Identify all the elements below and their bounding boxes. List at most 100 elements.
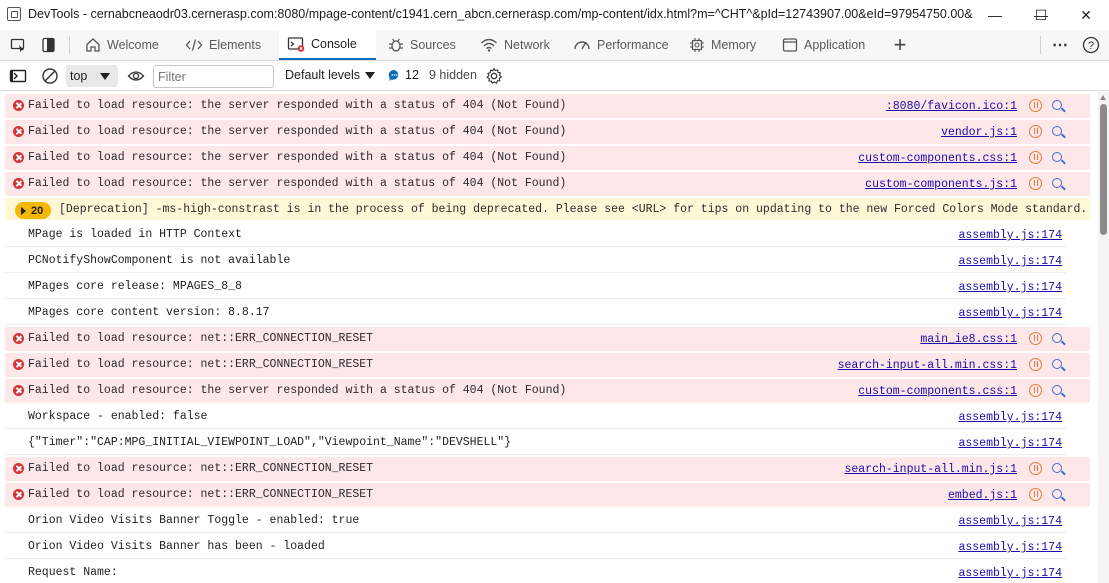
chevron-down-icon [365,71,376,79]
log-message-row[interactable]: MPage is loaded in HTTP Context assembly.… [5,223,1066,247]
tab-elements[interactable]: Elements [177,30,269,60]
source-link[interactable]: main_ie8.css:1 [920,333,1017,346]
source-link[interactable]: assembly.js:174 [958,411,1062,424]
message-text: {"Timer":"CAP:MPG_INITIAL_VIEWPOINT_LOAD… [28,436,512,449]
message-text: Orion Video Visits Banner Toggle - enabl… [28,514,360,527]
message-text: Failed to load resource: the server resp… [28,125,567,138]
console-output: Failed to load resource: the server resp… [0,92,1098,583]
copilot-explain-icon[interactable] [1029,384,1042,397]
context-selector[interactable]: top [66,65,118,87]
log-message-row[interactable]: MPages core content version: 8.8.17 assem… [5,301,1066,325]
error-icon [13,100,24,111]
error-message-row[interactable]: Failed to load resource: the server resp… [5,379,1090,403]
show-sidebar-icon[interactable] [7,66,29,86]
console-toolbar: top Default levels 12 9 hidden [0,61,1109,91]
error-message-row[interactable]: Failed to load resource: the server resp… [5,172,1090,196]
error-message-row[interactable]: Failed to load resource: the server resp… [5,94,1090,118]
error-icon [13,385,24,396]
search-icon[interactable] [1052,100,1062,110]
search-icon[interactable] [1052,359,1062,369]
tab-network[interactable]: Network [472,30,558,60]
performance-icon [574,41,590,50]
log-message-row[interactable]: PCNotifyShowComponent is not available as… [5,249,1066,273]
source-link[interactable]: vendor.js:1 [941,126,1017,139]
copilot-explain-icon[interactable] [1029,358,1042,371]
live-expression-eye-icon[interactable] [125,66,147,86]
error-message-row[interactable]: Failed to load resource: net::ERR_CONNEC… [5,457,1090,481]
search-icon[interactable] [1052,489,1062,499]
error-message-row[interactable]: Failed to load resource: net::ERR_CONNEC… [5,483,1090,507]
source-link[interactable]: :8080/favicon.ico:1 [886,100,1017,113]
error-message-row[interactable]: Failed to load resource: the server resp… [5,120,1090,144]
message-count-badge[interactable]: 12 [388,68,419,82]
copilot-explain-icon[interactable] [1029,332,1042,345]
error-icon [13,359,24,370]
tab-console[interactable]: Console [279,30,376,60]
source-link[interactable]: assembly.js:174 [958,567,1062,580]
search-icon[interactable] [1052,152,1062,162]
devtools-app-icon [7,7,21,21]
tab-performance[interactable]: Performance [565,30,677,60]
tab-sources[interactable]: Sources [380,30,464,60]
console-settings-gear-icon[interactable] [483,66,505,86]
message-text: Failed to load resource: the server resp… [28,99,567,112]
source-link[interactable]: custom-components.css:1 [858,385,1017,398]
search-icon[interactable] [1052,126,1062,136]
log-message-row[interactable]: Orion Video Visits Banner has been - loa… [5,535,1066,559]
message-text: MPages core content version: 8.8.17 [28,306,270,319]
log-message-row[interactable]: MPages core release: MPAGES_8_8 assembly.… [5,275,1066,299]
copilot-explain-icon[interactable] [1029,488,1042,501]
add-tab-button[interactable]: + [885,30,915,60]
copilot-explain-icon[interactable] [1029,151,1042,164]
source-link[interactable]: search-input-all.min.css:1 [838,359,1017,372]
source-link[interactable]: assembly.js:174 [958,281,1062,294]
log-message-row[interactable]: Workspace - enabled: false assembly.js:17… [5,405,1066,429]
error-message-row[interactable]: Failed to load resource: the server resp… [5,146,1090,170]
log-message-row[interactable]: {"Timer":"CAP:MPG_INITIAL_VIEWPOINT_LOAD… [5,431,1066,455]
log-message-row[interactable]: Orion Video Visits Banner Toggle - enabl… [5,509,1066,533]
source-link[interactable]: assembly.js:174 [958,515,1062,528]
copilot-explain-icon[interactable] [1029,99,1042,112]
search-icon[interactable] [1052,178,1062,188]
tab-memory[interactable]: Memory [681,30,764,60]
copilot-explain-icon[interactable] [1029,177,1042,190]
error-message-row[interactable]: Failed to load resource: net::ERR_CONNEC… [5,327,1090,351]
search-icon[interactable] [1052,385,1062,395]
search-icon[interactable] [1052,333,1062,343]
tab-application[interactable]: Application [774,30,873,60]
warning-count-badge[interactable]: 20 [15,202,51,219]
warning-message-row[interactable]: 20 [Deprecation] -ms-high-constrast is in… [5,198,1090,220]
source-link[interactable]: custom-components.js:1 [865,178,1017,191]
clear-console-icon[interactable] [39,66,61,86]
error-icon [13,126,24,137]
more-options-button[interactable]: ⋯ [1045,30,1075,60]
memory-chip-icon [690,38,704,52]
device-emulation-icon[interactable] [34,30,64,60]
message-text: Request Name: [28,566,118,579]
source-link[interactable]: assembly.js:174 [958,307,1062,320]
message-text: PCNotifyShowComponent is not available [28,254,291,267]
search-icon[interactable] [1052,463,1062,473]
source-link[interactable]: assembly.js:174 [958,229,1062,242]
scroll-up-arrow-icon[interactable] [1100,95,1106,100]
minimize-window-button[interactable]: — [972,0,1018,30]
source-link[interactable]: assembly.js:174 [958,541,1062,554]
source-link[interactable]: assembly.js:174 [958,437,1062,450]
source-link[interactable]: search-input-all.min.js:1 [844,463,1017,476]
error-message-row[interactable]: Failed to load resource: net::ERR_CONNEC… [5,353,1090,377]
filter-input[interactable] [153,65,274,88]
log-levels-dropdown[interactable]: Default levels [285,68,376,82]
log-message-row[interactable]: Request Name: assembly.js:174 [5,561,1066,583]
tab-welcome[interactable]: Welcome [77,30,167,60]
help-button[interactable]: ? [1076,30,1106,60]
copilot-explain-icon[interactable] [1029,462,1042,475]
scrollbar-thumb[interactable] [1100,104,1107,235]
maximize-window-button[interactable]: ☐ [1018,0,1064,30]
source-link[interactable]: custom-components.css:1 [858,152,1017,165]
inspect-element-icon[interactable] [3,30,33,60]
close-window-button[interactable]: ✕ [1063,0,1109,30]
copilot-explain-icon[interactable] [1029,125,1042,138]
source-link[interactable]: assembly.js:174 [958,255,1062,268]
hidden-messages-count: 9 hidden [429,68,477,82]
source-link[interactable]: embed.js:1 [948,489,1017,502]
